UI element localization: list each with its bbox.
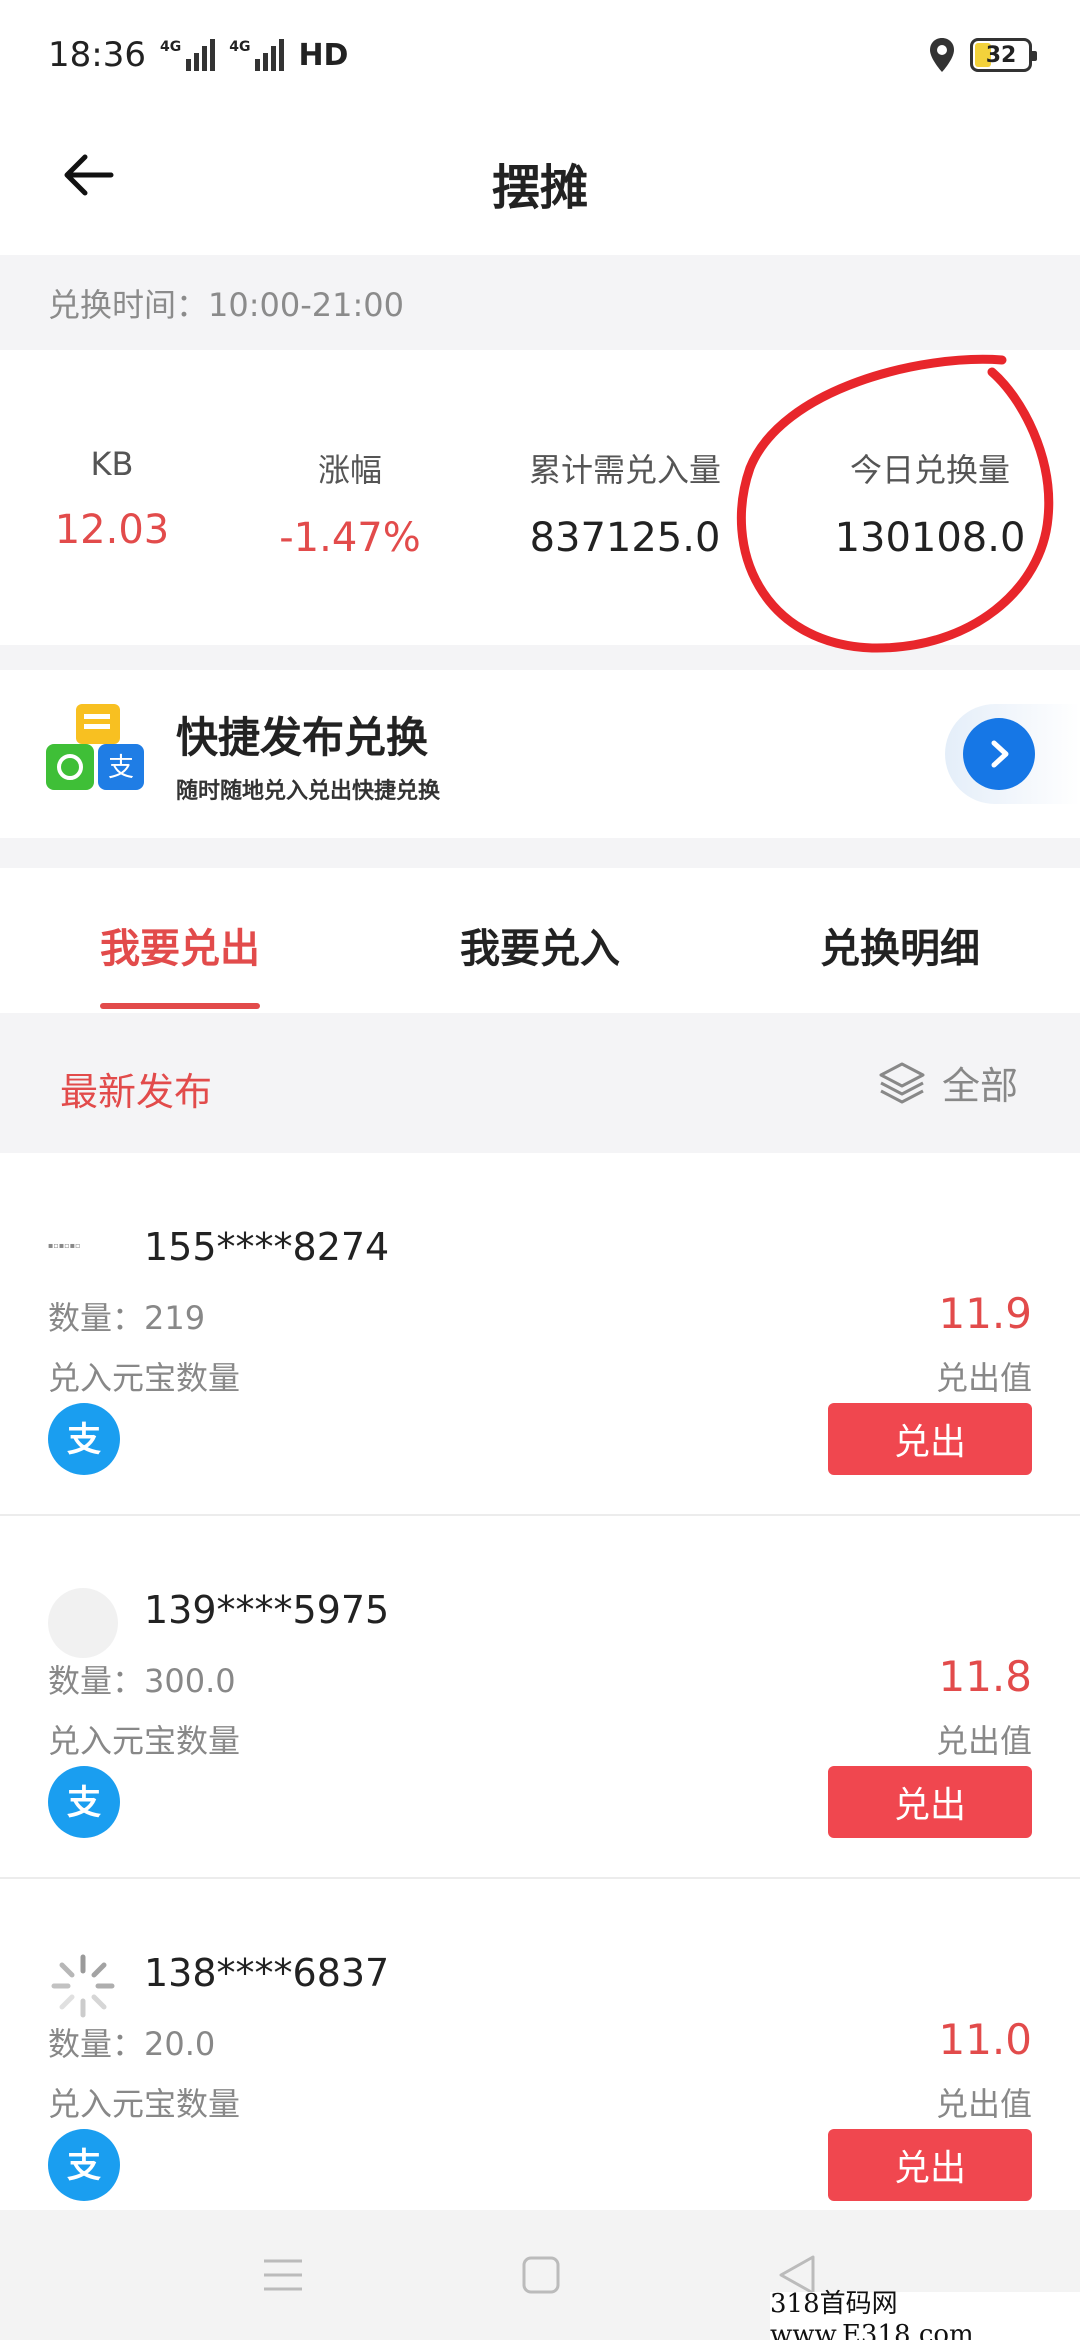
list-item: 139****5975 数量：300.0 兑入元宝数量 支 11.8 兑出值 兑… (0, 1516, 1080, 1879)
stat-today-volume: 今日兑换量 130108.0 (834, 451, 1026, 561)
tab-exchange-out[interactable]: 我要兑出 (100, 916, 260, 974)
quantity-label: 兑入元宝数量 (48, 1722, 241, 1760)
quantity-label: 兑入元宝数量 (48, 2085, 241, 2123)
list-item: 138****6837 数量：20.0 兑入元宝数量 支 11.0 兑出值 兑出 (0, 1879, 1080, 2242)
exchange-logo-icon: 支 (46, 704, 146, 804)
quick-publish-banner[interactable]: 支 快捷发布兑换 随时随地兑入兑出快捷兑换 (0, 670, 1080, 838)
exchange-time: 兑换时间：10:00-21:00 (0, 255, 1080, 350)
quantity: 数量：20.0 (48, 2025, 216, 2063)
price-label: 兑出值 (935, 1359, 1032, 1397)
svg-text:支: 支 (108, 753, 134, 783)
avatar (48, 1588, 118, 1658)
svg-text:支: 支 (67, 2146, 101, 2186)
quantity-label: 兑入元宝数量 (48, 1359, 241, 1397)
seller-phone: 139****5975 (144, 1588, 390, 1632)
tab-exchange-detail[interactable]: 兑换明细 (820, 916, 980, 974)
banner-title: 快捷发布兑换 (176, 712, 429, 762)
stat-change: 涨幅 -1.47% (279, 451, 421, 561)
quantity: 数量：219 (48, 1299, 206, 1337)
price: 11.8 (938, 1652, 1032, 1701)
layers-icon (879, 1062, 925, 1103)
seller-phone: 138****6837 (144, 1951, 390, 1995)
back-button[interactable] (52, 140, 122, 210)
back-arrow-icon (64, 154, 114, 196)
active-tab-indicator (100, 1003, 260, 1009)
svg-text:支: 支 (67, 1783, 101, 1823)
price-label: 兑出值 (935, 1722, 1032, 1760)
exchange-out-button[interactable]: 兑出 (828, 1766, 1032, 1838)
watermark: 318首码网 www.E318.com (770, 2289, 1080, 2340)
nav-bar: 摆摊 (0, 110, 1080, 255)
tab-exchange-in[interactable]: 我要兑入 (460, 916, 620, 974)
alipay-icon: 支 (48, 2129, 120, 2201)
alipay-icon: 支 (48, 1766, 120, 1838)
signal-icon: 4G (160, 39, 216, 71)
svg-text:支: 支 (67, 1420, 101, 1460)
exchange-out-button[interactable]: 兑出 (828, 2129, 1032, 2201)
hd-indicator: HD (298, 37, 349, 73)
all-filter-button[interactable]: 全部 (878, 1055, 1018, 1110)
latest-published-label: 最新发布 (60, 1070, 213, 1114)
status-time: 18:36 (48, 35, 146, 75)
quantity: 数量：300.0 (48, 1662, 236, 1700)
price: 11.9 (938, 1289, 1032, 1338)
seller-phone: 155****8274 (144, 1225, 390, 1269)
price-label: 兑出值 (935, 2085, 1032, 2123)
avatar: ▪▫▪▫▪▫ (48, 1241, 81, 1250)
home-square-icon (522, 2256, 560, 2294)
loading-spinner-icon (48, 1951, 118, 2021)
battery-icon: 32 (970, 38, 1037, 72)
banner-subtitle: 随时随地兑入兑出快捷兑换 (176, 778, 441, 804)
chevron-right-icon (991, 740, 1009, 768)
price: 11.0 (938, 2015, 1032, 2064)
stat-kb: KB 12.03 (54, 445, 170, 553)
stat-total-needed: 累计需兑入量 837125.0 (528, 451, 721, 561)
page-title: 摆摊 (491, 159, 588, 216)
tab-bar: 我要兑出 我要兑入 兑换明细 (0, 868, 1080, 1013)
alipay-icon: 支 (48, 1403, 120, 1475)
menu-button[interactable] (258, 2250, 308, 2300)
stats-panel: KB 12.03 涨幅 -1.47% 累计需兑入量 837125.0 今日兑换量… (0, 350, 1080, 645)
listing-list: ▪▫▪▫▪▫ 155****8274 数量：219 兑入元宝数量 支 11.9 … (0, 1153, 1080, 2242)
signal-icon-2: 4G (229, 39, 285, 71)
home-button[interactable] (516, 2250, 566, 2300)
location-icon (930, 38, 954, 72)
banner-go-button[interactable] (945, 704, 1080, 804)
status-bar: 18:36 4G 4G HD 32 (0, 0, 1080, 110)
menu-icon (264, 2259, 302, 2291)
exchange-out-button[interactable]: 兑出 (828, 1403, 1032, 1475)
list-item: ▪▫▪▫▪▫ 155****8274 数量：219 兑入元宝数量 支 11.9 … (0, 1153, 1080, 1516)
filter-row: 最新发布 全部 (0, 1013, 1080, 1153)
